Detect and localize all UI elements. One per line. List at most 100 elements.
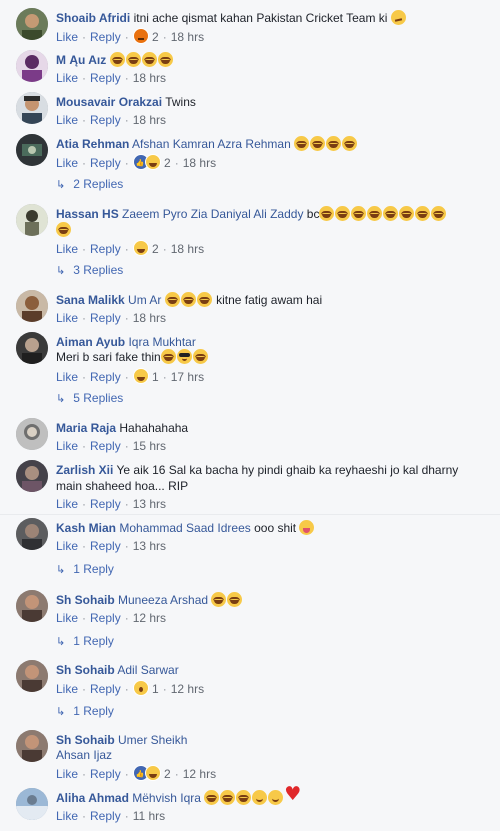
timestamp[interactable]: 17 hrs <box>171 370 204 384</box>
avatar[interactable] <box>16 590 48 622</box>
mention[interactable]: Mëhvish Iqra <box>132 791 201 805</box>
like-link[interactable]: Like <box>56 682 78 696</box>
like-link[interactable]: Like <box>56 156 78 170</box>
view-replies-link[interactable]: ↳ 5 Replies <box>56 391 123 405</box>
reply-link[interactable]: Reply <box>90 767 121 781</box>
laughing-emoji <box>342 136 358 151</box>
timestamp[interactable]: 18 hrs <box>183 156 216 170</box>
avatar[interactable] <box>16 332 48 364</box>
commenter-name[interactable]: Aiman Ayub <box>56 335 125 349</box>
like-link[interactable]: Like <box>56 809 78 823</box>
mention[interactable]: Mohammad Saad Idrees <box>119 521 250 535</box>
like-link[interactable]: Like <box>56 370 78 384</box>
timestamp[interactable]: 18 hrs <box>171 242 204 256</box>
timestamp[interactable]: 11 hrs <box>133 809 165 823</box>
reply-link[interactable]: Reply <box>90 370 121 384</box>
like-link[interactable]: Like <box>56 539 78 553</box>
timestamp[interactable]: 12 hrs <box>183 767 216 781</box>
like-link[interactable]: Like <box>56 71 78 85</box>
mention[interactable]: Afshan Kamran Azra Rehman <box>132 137 291 151</box>
mention[interactable]: Ahsan Ijaz <box>56 748 112 762</box>
angry-reaction-icon[interactable] <box>132 28 149 44</box>
commenter-name[interactable]: Sh Sohaib <box>56 733 115 747</box>
commenter-name[interactable]: M Ąu Aıᴢ <box>56 53 106 67</box>
commenter-name[interactable]: Zarlish Xii <box>56 463 113 477</box>
reply-link[interactable]: Reply <box>90 611 121 625</box>
view-replies-link[interactable]: ↳ 1 Reply <box>56 634 114 648</box>
mention[interactable]: Iqra Mukhtar <box>128 335 195 349</box>
view-replies-link[interactable]: ↳ 3 Replies <box>56 263 123 277</box>
wow-reaction-icon[interactable] <box>132 680 149 696</box>
reply-link[interactable]: Reply <box>90 809 121 823</box>
mention[interactable]: Umer Sheikh <box>118 733 187 747</box>
mention[interactable]: Adil Sarwar <box>117 663 178 677</box>
reply-link[interactable]: Reply <box>90 311 121 325</box>
reply-link[interactable]: Reply <box>90 113 121 127</box>
like-link[interactable]: Like <box>56 311 78 325</box>
commenter-name[interactable]: Hassan HS <box>56 207 119 221</box>
commenter-name[interactable]: Mousavair Orakzai <box>56 95 162 109</box>
timestamp[interactable]: 13 hrs <box>133 539 166 553</box>
like-link[interactable]: Like <box>56 767 78 781</box>
mention[interactable]: Zaeem Pyro Zia Daniyal Ali Zaddy <box>122 207 303 221</box>
like-link[interactable]: Like <box>56 242 78 256</box>
view-replies-link[interactable]: ↳ 1 Reply <box>56 562 114 576</box>
like-link[interactable]: Like <box>56 497 78 511</box>
timestamp[interactable]: 18 hrs <box>171 30 204 44</box>
avatar[interactable] <box>16 788 48 820</box>
timestamp[interactable]: 13 hrs <box>133 497 166 511</box>
reply-link[interactable]: Reply <box>90 71 121 85</box>
view-replies-link[interactable]: ↳ 2 Replies <box>56 177 123 191</box>
view-replies-link[interactable]: ↳ 1 Reply <box>56 704 114 718</box>
avatar[interactable] <box>16 204 48 236</box>
timestamp[interactable]: 12 hrs <box>171 682 204 696</box>
mention[interactable]: Um Ar <box>128 293 161 307</box>
avatar[interactable] <box>16 92 48 124</box>
comment: Atia Rehman Afshan Kamran Azra Rehman Li… <box>16 134 494 194</box>
avatar[interactable] <box>16 518 48 550</box>
reply-link[interactable]: Reply <box>90 439 121 453</box>
timestamp[interactable]: 18 hrs <box>133 71 166 85</box>
avatar[interactable] <box>16 660 48 692</box>
commenter-name[interactable]: Aliha Ahmad <box>56 791 129 805</box>
reply-arrow-icon: ↳ <box>56 635 66 648</box>
haha-reaction-icon[interactable] <box>132 368 149 384</box>
avatar[interactable] <box>16 290 48 322</box>
commenter-name[interactable]: Sh Sohaib <box>56 663 115 677</box>
commenter-name[interactable]: Sh Sohaib <box>56 593 115 607</box>
haha-reaction-icon[interactable] <box>132 240 149 256</box>
like-link[interactable]: Like <box>56 611 78 625</box>
reply-link[interactable]: Reply <box>90 242 121 256</box>
reply-link[interactable]: Reply <box>90 539 121 553</box>
like-link[interactable]: Like <box>56 439 78 453</box>
avatar[interactable] <box>16 134 48 166</box>
reactions[interactable] <box>132 154 161 172</box>
avatar[interactable] <box>16 50 48 82</box>
commenter-name[interactable]: Shoaib Afridi <box>56 11 130 25</box>
commenter-name[interactable]: Kash Mian <box>56 521 116 535</box>
timestamp[interactable]: 18 hrs <box>133 113 166 127</box>
laughing-emoji <box>319 206 335 221</box>
timestamp[interactable]: 15 hrs <box>133 439 166 453</box>
reply-link[interactable]: Reply <box>90 682 121 696</box>
reply-link[interactable]: Reply <box>90 156 121 170</box>
commenter-name[interactable]: Maria Raja <box>56 421 116 435</box>
commenter-name[interactable]: Sana Malikk <box>56 293 125 307</box>
reply-link[interactable]: Reply <box>90 30 121 44</box>
reactions[interactable] <box>132 765 161 783</box>
mention[interactable]: Muneeza Arshad <box>118 593 208 607</box>
reply-link[interactable]: Reply <box>90 497 121 511</box>
reaction-count: 2 <box>152 30 159 44</box>
smile-emoji <box>268 790 284 805</box>
commenter-name[interactable]: Atia Rehman <box>56 137 129 151</box>
like-link[interactable]: Like <box>56 30 78 44</box>
timestamp[interactable]: 18 hrs <box>133 311 166 325</box>
like-link[interactable]: Like <box>56 113 78 127</box>
timestamp[interactable]: 12 hrs <box>133 611 166 625</box>
avatar[interactable] <box>16 8 48 40</box>
cat-laughing-emoji <box>220 790 236 805</box>
reply-arrow-icon: ↳ <box>56 178 66 191</box>
avatar[interactable] <box>16 460 48 492</box>
avatar[interactable] <box>16 418 48 450</box>
avatar[interactable] <box>16 730 48 762</box>
